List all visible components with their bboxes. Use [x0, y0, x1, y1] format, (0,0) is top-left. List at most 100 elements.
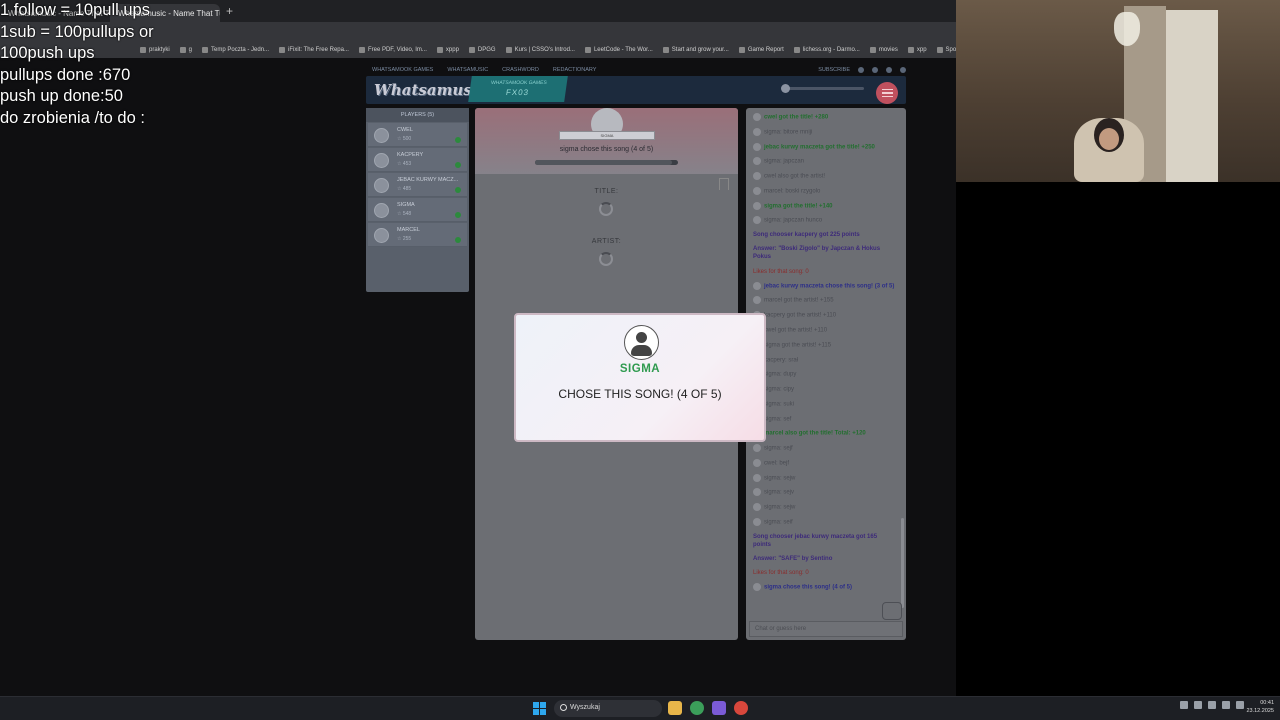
bookmark-item[interactable]: Kurs | CSSO's Introd... — [505, 47, 575, 53]
chat-message: jebac kurwy maczeta chose this song! (3 … — [753, 281, 896, 291]
title-loading-spinner — [599, 202, 613, 216]
chat-message-text: marcel got the artist! +155 — [764, 298, 834, 305]
site-header: Whatsamusic WHATSAMOOK GAMES FX03 — [366, 76, 906, 104]
bookmark-item[interactable]: Społeczność Ste... — [936, 47, 956, 53]
chevron-up-icon[interactable] — [1180, 701, 1188, 709]
chat-avatar-icon — [753, 172, 761, 181]
bookmark-item[interactable]: movies — [869, 47, 898, 53]
bookmark-item[interactable]: Free PDF, Video, Im... — [358, 47, 427, 53]
bookmark-item[interactable]: g — [179, 47, 192, 53]
check-icon — [455, 187, 461, 193]
chat-message: sigma: sejw — [753, 473, 896, 483]
bookmark-item[interactable]: xppp — [436, 47, 459, 53]
bookmark-item[interactable]: iFixit: The Free Repa... — [279, 47, 349, 53]
volume-knob[interactable] — [781, 84, 790, 93]
bookmark-item[interactable]: LeetCode - The Wor... — [584, 47, 653, 53]
chat-message: sigma: sef — [753, 414, 896, 424]
badge-code: FX03 — [505, 88, 530, 97]
player-points: ☆ 548 — [397, 211, 411, 217]
chat-message: cwel got the title! +280 — [753, 113, 896, 122]
chat-message-text: marcel also got the title! Total: +120 — [764, 430, 866, 437]
hamburger-icon-bar — [881, 92, 893, 94]
chat-message: sigma got the artist! +115 — [753, 340, 896, 350]
bookmark-favicon-icon — [468, 47, 475, 53]
discord-icon[interactable] — [900, 67, 906, 73]
twitter-icon[interactable] — [858, 67, 864, 73]
badge-top-text: WHATSAMOOK GAMES — [490, 80, 548, 86]
chrome-icon[interactable] — [690, 701, 704, 715]
chat-input[interactable]: Chat or guess here — [749, 621, 903, 637]
chat-message: Answer: "Boski Żigolo" by Japczan & Hoku… — [753, 245, 896, 261]
chat-send-button[interactable] — [882, 602, 902, 620]
chat-message: marcel got the artist! +155 — [753, 296, 896, 305]
player-points-value: 453 — [402, 161, 412, 167]
chat-message: sigma chose this song! (4 of 5) — [753, 583, 896, 592]
player-points: ☆ 485 — [397, 186, 411, 192]
player-points: ☆ 500 — [397, 136, 411, 142]
bookmark-item[interactable]: Game Report — [738, 47, 784, 53]
artist-label: ARTIST: — [591, 238, 622, 245]
chat-message-text: kacpery got the artist! +110 — [764, 312, 837, 319]
chat-message: sigma got the title! +140 — [753, 201, 896, 211]
nav-link-whatsamusic[interactable]: WHATSAMUSIC — [447, 67, 488, 73]
chat-message-text: Song chooser jebac kurwy maczeta got 165… — [753, 533, 878, 548]
bookmark-favicon-icon — [936, 47, 943, 53]
bookmark-item[interactable]: Temp Poczta - Jedn... — [202, 47, 269, 53]
chat-message: cwel got the artist! +110 — [753, 325, 896, 335]
menu-button[interactable] — [876, 82, 898, 104]
chat-message: sigma: seif — [753, 517, 896, 527]
bookmark-item[interactable]: Start and grow your... — [662, 47, 729, 53]
network-icon[interactable] — [1222, 701, 1230, 709]
chat-message: Likes for that song: 0 — [753, 268, 896, 276]
bookmark-item[interactable]: xpp — [907, 47, 927, 53]
players-header: PLAYERS (5) — [366, 108, 469, 122]
modal-message: CHOSE THIS SONG! (4 OF 5) — [558, 387, 722, 401]
tiktok-icon[interactable] — [886, 67, 892, 73]
overlay-line: do zrobienia /to do : — [0, 108, 145, 127]
volume-icon[interactable] — [1208, 701, 1216, 709]
player-avatar-icon — [374, 178, 389, 193]
chat-message-text: sigma: cipy — [764, 386, 795, 393]
chat-scrollbar[interactable] — [901, 518, 904, 608]
bookmark-label: LeetCode - The Wor... — [593, 47, 653, 53]
microphone-icon[interactable] — [1194, 701, 1202, 709]
chat-message: Song chooser kacpery got 225 points — [753, 231, 896, 239]
instagram-icon[interactable] — [872, 67, 878, 73]
discord-icon[interactable] — [712, 701, 726, 715]
chat-log[interactable]: cwel got the title! +280 sigma: bitore mn… — [746, 108, 900, 620]
chat-message-text: Likes for that song: 0 — [753, 268, 809, 275]
chat-message: kacpery got the artist! +110 — [753, 311, 896, 320]
chat-message: Song chooser jebac kurwy maczeta got 165… — [753, 533, 896, 549]
overlay-line: pullups done :670 — [0, 65, 131, 84]
app-icon[interactable] — [734, 701, 748, 715]
new-tab-icon[interactable]: + — [226, 4, 233, 18]
bookmark-favicon-icon — [505, 47, 512, 53]
chat-avatar-icon — [753, 281, 761, 290]
bookmark-item[interactable]: lichess.org - Darmo... — [793, 47, 860, 53]
chat-message-text: sigma got the title! +140 — [764, 203, 833, 210]
stream-overlay-text: 1 follow = 10pull ups 1sub = 100pullups o… — [0, 0, 154, 129]
chat-avatar-icon — [753, 503, 761, 512]
taskbar-search[interactable]: Wyszukaj — [554, 700, 662, 717]
chat-message-text: jebac kurwy maczeta chose this song! (3 … — [764, 283, 895, 290]
player-row: JEBAC KURWY MACZ... ☆ 485 — [368, 173, 467, 197]
nav-link-whatsamook-games[interactable]: WHATSAMOOK GAMES — [372, 67, 433, 73]
taskbar-clock[interactable]: 00:41 23.12.2025 — [1238, 699, 1274, 715]
chooser-status: sigma chose this song (4 of 5) — [559, 146, 654, 153]
subscribe-link[interactable]: SUBSCRIBE — [818, 67, 850, 73]
nav-link-crashword[interactable]: CRASHWORD — [502, 67, 539, 73]
bookmark-item[interactable]: DPGG — [468, 47, 496, 53]
chat-avatar-icon — [753, 216, 761, 225]
hamburger-icon-bar — [881, 95, 893, 98]
chat-message-text: sigma: japczan — [764, 158, 805, 165]
chat-message-text: sigma: seif — [764, 519, 793, 526]
volume-slider[interactable] — [781, 84, 864, 93]
windows-start-icon[interactable] — [533, 702, 546, 715]
chat-message: sigma: bitore mniji — [753, 127, 896, 137]
file-explorer-icon[interactable] — [668, 701, 682, 715]
nav-link-redactionary[interactable]: REDACTIONARY — [553, 67, 597, 73]
chat-message-text: Answer: "Boski Żigolo" by Japczan & Hoku… — [753, 246, 881, 261]
player-points-value: 255 — [402, 236, 412, 242]
player-avatar-icon — [374, 203, 389, 218]
clock-date: 23.12.2025 — [1246, 708, 1274, 714]
